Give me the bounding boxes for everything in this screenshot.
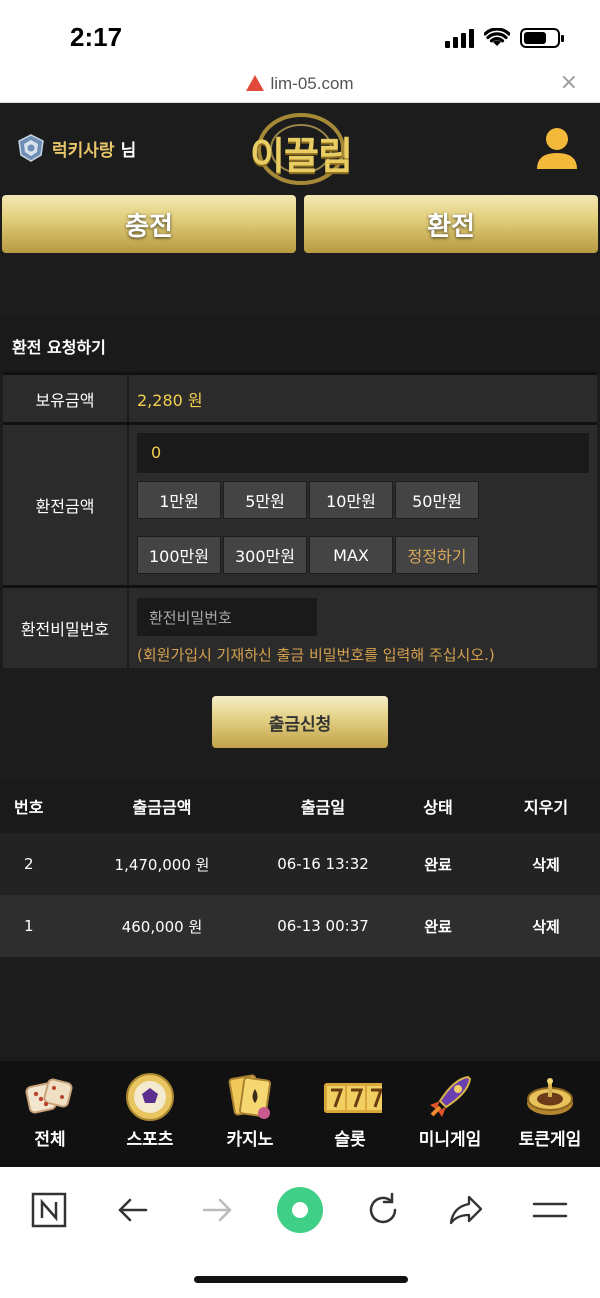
row-status: 완료 [424,917,452,936]
row-status: 완료 [424,855,452,874]
tab-withdraw[interactable]: 환전 [304,195,598,253]
wifi-icon [484,28,510,46]
table-row: 2 1,470,000 원 06-16 13:32 완료 삭제 [0,833,600,895]
profile-icon[interactable] [534,125,580,175]
url-text[interactable]: lim-05.com [270,74,353,93]
password-hint: (회원가입시 기재하신 출금 비밀번호를 입력해 주십시오.) [137,646,495,664]
balance-label: 보유금액 [3,375,127,422]
game-nav-label: 스포츠 [126,1130,174,1150]
green-dot-icon[interactable] [275,1185,325,1235]
password-label: 환전비밀번호 [3,588,127,668]
soccer-ball-icon [126,1073,174,1121]
row-number: 1 [24,917,34,935]
battery-icon [520,28,564,48]
column-header: 출금일 [300,798,346,817]
amount-row: 0 1만원 5만원 10만원 50만원 100만원 300만원 MAX 정정하기 [129,425,597,585]
game-nav-sports[interactable]: 스포츠 [100,1061,200,1167]
url-bar[interactable]: lim-05.com × [0,66,600,103]
amount-label: 환전금액 [3,425,127,585]
site-header: 럭키사랑 님 이끌림 [0,103,600,195]
row-date: 06-16 13:32 [277,855,369,873]
row-number: 2 [24,855,34,873]
section-title: 환전 요청하기 [0,316,600,372]
row-date: 06-13 00:37 [277,917,369,935]
rank-badge-icon [18,134,44,162]
back-arrow-icon[interactable] [108,1185,158,1235]
column-header: 번호 [14,798,44,817]
reset-amount-button[interactable]: 정정하기 [395,536,479,574]
username-suffix: 님 [120,140,137,161]
game-nav-label: 토큰게임 [518,1130,582,1150]
chip-10k[interactable]: 1만원 [137,481,221,519]
history-table-header: 번호 출금금액 출금일 상태 지우기 [0,780,600,832]
game-nav: 전체 스포츠 카지노 슬롯 미니게임 토큰게임 [0,1061,600,1167]
game-nav-label: 전체 [34,1130,66,1150]
chip-1m[interactable]: 100만원 [137,536,221,574]
warning-icon [246,75,265,91]
withdraw-submit-button[interactable]: 출금신청 [212,696,388,748]
column-header: 지우기 [523,798,569,817]
status-bar: 2:17 [0,0,600,66]
row-amount: 1,470,000 원 [114,855,210,874]
balance-row: 2,280 원 [129,375,597,422]
playing-cards-icon [228,1074,271,1119]
password-input[interactable]: 환전비밀번호 [137,598,317,636]
game-nav-casino[interactable]: 카지노 [200,1061,300,1167]
close-icon[interactable]: × [560,70,578,95]
browser-toolbar [0,1167,600,1298]
game-nav-all[interactable]: 전체 [0,1061,100,1167]
chip-500k[interactable]: 50만원 [395,481,479,519]
balance-value: 2,280 원 [137,391,203,410]
username: 럭키사랑 [52,140,115,161]
password-row: 환전비밀번호 (회원가입시 기재하신 출금 비밀번호를 입력해 주십시오.) [129,588,597,668]
tab-deposit[interactable]: 충전 [2,195,296,253]
game-nav-label: 미니게임 [418,1130,482,1150]
refresh-icon[interactable] [358,1185,408,1235]
slot-777-icon [324,1083,382,1113]
naver-home-icon[interactable] [24,1185,74,1235]
menu-icon[interactable] [525,1185,575,1235]
chip-50k[interactable]: 5만원 [223,481,307,519]
game-nav-label: 카지노 [226,1130,274,1150]
status-time: 2:17 [70,22,123,52]
forward-arrow-icon[interactable] [192,1185,242,1235]
user-info[interactable]: 럭키사랑 님 [16,133,136,163]
dice-icon [25,1078,73,1114]
chip-3m[interactable]: 300만원 [223,536,307,574]
amount-input[interactable]: 0 [137,433,589,473]
game-nav-slots[interactable]: 슬롯 [300,1061,400,1167]
chip-max[interactable]: MAX [309,536,393,574]
game-nav-token[interactable]: 토큰게임 [500,1061,600,1167]
row-delete-button[interactable]: 삭제 [496,895,596,957]
share-icon[interactable] [441,1185,491,1235]
game-nav-minigame[interactable]: 미니게임 [400,1061,500,1167]
home-indicator [194,1276,408,1283]
column-header: 출금금액 [132,798,192,817]
rocket-icon [430,1075,472,1117]
column-header: 상태 [423,798,453,817]
row-delete-button[interactable]: 삭제 [496,833,596,895]
row-amount: 460,000 원 [121,917,203,936]
site-logo[interactable]: 이끌림 [246,109,356,189]
cellular-signal-icon [445,28,474,48]
chip-100k[interactable]: 10만원 [309,481,393,519]
logo-text: 이끌림 [250,134,353,178]
game-nav-label: 슬롯 [334,1130,366,1150]
roulette-icon [527,1078,573,1115]
table-row: 1 460,000 원 06-13 00:37 완료 삭제 [0,895,600,957]
